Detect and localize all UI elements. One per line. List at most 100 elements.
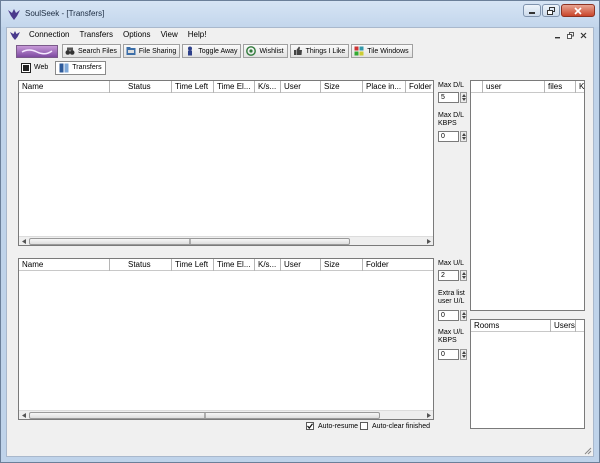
mdi-restore-button[interactable] — [565, 30, 576, 40]
extra-list-value[interactable]: 0 — [438, 310, 459, 321]
menu-transfers[interactable]: Transfers — [74, 28, 118, 42]
auto-resume-checkbox[interactable]: Auto-resume — [306, 422, 358, 430]
spin-down-icon[interactable] — [461, 98, 466, 103]
binoculars-icon — [65, 47, 75, 55]
minimize-icon — [555, 36, 560, 38]
search-files-button[interactable]: Search Files — [62, 44, 121, 58]
tile-windows-label: Tile Windows — [367, 47, 409, 55]
max-dl-label: Max D/L — [438, 82, 465, 89]
web-icon — [21, 62, 31, 73]
auto-clear-checkbox[interactable]: Auto-clear finished — [360, 422, 430, 430]
uploads-list[interactable]: Name Status Time Left Time El... K/s... … — [18, 258, 434, 420]
arrow-right-icon — [426, 413, 431, 418]
max-ul-kbps-stepper[interactable]: 0 — [438, 349, 468, 360]
max-ul-spin-buttons[interactable] — [460, 270, 467, 281]
max-dl-kbps-stepper[interactable]: 0 — [438, 131, 468, 142]
max-ul-stepper[interactable]: 2 — [438, 270, 468, 281]
tile-windows-button[interactable]: Tile Windows — [351, 44, 413, 58]
users-list[interactable]: user files K — [470, 80, 585, 311]
spin-down-icon[interactable] — [461, 276, 466, 281]
spin-down-icon[interactable] — [461, 355, 466, 360]
ul-col-folder[interactable]: Folder — [363, 259, 433, 271]
tab-web[interactable]: Web — [18, 61, 51, 75]
things-i-like-button[interactable]: Things I Like — [289, 44, 350, 58]
things-i-like-label: Things I Like — [305, 47, 346, 55]
users-col-user[interactable]: user — [483, 81, 545, 93]
scroll-right-button[interactable] — [424, 411, 433, 420]
dl-col-place[interactable]: Place in... — [363, 81, 406, 93]
dl-col-status[interactable]: Status — [110, 81, 172, 93]
toggle-away-button[interactable]: Toggle Away — [182, 44, 242, 58]
file-sharing-button[interactable]: File Sharing — [122, 44, 181, 58]
max-ul-kbps-label: Max U/L KBPS — [438, 329, 464, 344]
max-dl-spin-buttons[interactable] — [460, 92, 467, 103]
soulseek-logo[interactable] — [16, 44, 58, 58]
users-col-speed[interactable]: K — [576, 81, 584, 93]
spin-down-icon[interactable] — [461, 316, 466, 321]
rooms-col-users[interactable]: Users — [551, 320, 576, 332]
wishlist-button[interactable]: Wishlist — [243, 44, 288, 58]
dl-col-speed[interactable]: K/s... — [255, 81, 281, 93]
extra-list-stepper[interactable]: 0 — [438, 310, 468, 321]
mdi-close-button[interactable] — [578, 30, 589, 40]
scroll-right-button[interactable] — [424, 237, 433, 246]
dl-col-time-left[interactable]: Time Left — [172, 81, 214, 93]
file-sharing-label: File Sharing — [138, 47, 177, 55]
users-col-files[interactable]: files — [545, 81, 576, 93]
ul-col-size[interactable]: Size — [321, 259, 363, 271]
close-icon — [574, 6, 582, 15]
close-button[interactable] — [561, 4, 595, 17]
mdi-child-bird-icon[interactable] — [10, 30, 20, 40]
scroll-thumb[interactable]: ||| — [29, 238, 350, 245]
search-files-label: Search Files — [78, 47, 117, 55]
extra-list-spin-buttons[interactable] — [460, 310, 467, 321]
dl-col-time-elapsed[interactable]: Time El... — [214, 81, 255, 93]
ul-col-time-elapsed[interactable]: Time El... — [214, 259, 255, 271]
ul-col-time-left[interactable]: Time Left — [172, 259, 214, 271]
max-ul-value[interactable]: 2 — [438, 270, 459, 281]
dl-col-name[interactable]: Name — [19, 81, 110, 93]
downloads-list[interactable]: Name Status Time Left Time El... K/s... … — [18, 80, 434, 246]
menu-options[interactable]: Options — [118, 28, 156, 42]
menu-view[interactable]: View — [156, 28, 183, 42]
ul-col-name[interactable]: Name — [19, 259, 110, 271]
scroll-left-button[interactable] — [19, 411, 28, 420]
scroll-thumb[interactable]: ||| — [29, 412, 380, 419]
checkmark-icon — [307, 423, 313, 429]
extra-list-label: Extra list user U/L — [438, 290, 465, 305]
dl-col-user[interactable]: User — [281, 81, 321, 93]
max-dl-kbps-spin-buttons[interactable] — [460, 131, 467, 142]
title-bar[interactable]: SoulSeek - [Transfers] — [1, 1, 599, 27]
dl-col-folder[interactable]: Folder — [406, 81, 433, 93]
max-dl-kbps-value[interactable]: 0 — [438, 131, 459, 142]
mdi-minimize-button[interactable] — [552, 30, 563, 40]
ul-col-user[interactable]: User — [281, 259, 321, 271]
dl-col-size[interactable]: Size — [321, 81, 363, 93]
max-ul-kbps-spin-buttons[interactable] — [460, 349, 467, 360]
ul-col-speed[interactable]: K/s... — [255, 259, 281, 271]
client-area: Connection Transfers Options View Help! — [6, 27, 594, 457]
max-ul-label: Max U/L — [438, 260, 465, 267]
wishlist-icon — [246, 46, 257, 56]
toggle-away-label: Toggle Away — [198, 47, 238, 55]
max-dl-value[interactable]: 5 — [438, 92, 459, 103]
rooms-col-rooms[interactable]: Rooms — [471, 320, 551, 332]
auto-clear-box[interactable] — [360, 422, 368, 430]
minimize-button[interactable] — [523, 4, 541, 17]
tab-transfers[interactable]: Transfers — [55, 60, 106, 75]
restore-icon — [547, 6, 555, 15]
max-ul-kbps-value[interactable]: 0 — [438, 349, 459, 360]
rooms-list[interactable]: Rooms Users — [470, 319, 585, 429]
scroll-left-button[interactable] — [19, 237, 28, 246]
resize-grip-icon[interactable] — [583, 446, 592, 455]
uploads-header: Name Status Time Left Time El... K/s... … — [19, 259, 433, 271]
auto-resume-box[interactable] — [306, 422, 314, 430]
restore-button[interactable] — [542, 4, 560, 17]
spin-down-icon[interactable] — [461, 137, 466, 142]
uploads-scrollbar[interactable]: ||| — [19, 410, 433, 419]
max-dl-stepper[interactable]: 5 — [438, 92, 468, 103]
menu-connection[interactable]: Connection — [24, 28, 74, 42]
ul-col-status[interactable]: Status — [110, 259, 172, 271]
downloads-scrollbar[interactable]: ||| — [19, 236, 433, 245]
menu-help[interactable]: Help! — [183, 28, 212, 42]
